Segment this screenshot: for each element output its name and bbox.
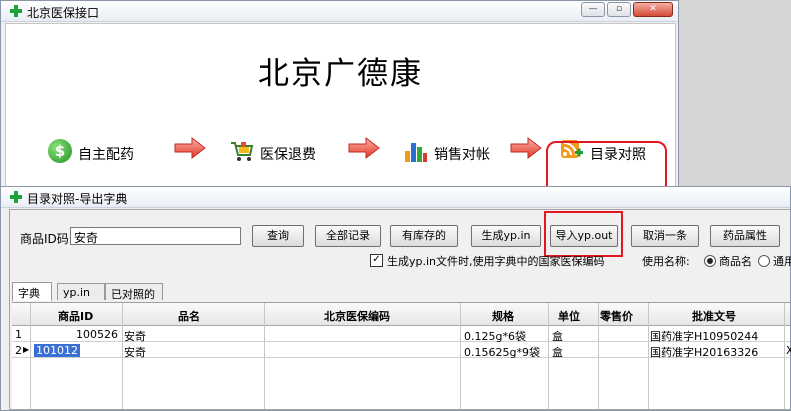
cell-spec[interactable]: 0.125g*6袋 [464, 328, 526, 344]
col-header-spec[interactable]: 规格 [492, 308, 514, 324]
arrow-right-icon [348, 137, 380, 159]
cell-approval[interactable]: 国药准字H20163326 [650, 344, 758, 360]
shopping-cart-icon [231, 142, 254, 161]
col-header-product-id[interactable]: 商品ID [58, 308, 93, 324]
search-label: 商品ID码 [20, 232, 69, 246]
self-dispense-label: 自主配药 [78, 147, 134, 163]
company-heading: 北京广德康 [258, 56, 423, 92]
main-window: 北京医保接口 — ▫ ✕ 北京广德康 $ 自主配药 医保退费 销售对帐 目录对照 [0, 0, 679, 203]
dialog-title: 目录对照-导出字典 [27, 192, 128, 206]
radio-brand-name-label: 商品名 [719, 255, 752, 268]
use-national-code-label: 生成yp.in文件时,使用字典中的国家医保编码 [387, 255, 605, 268]
maximize-button[interactable]: ▫ [607, 2, 631, 17]
use-national-code-checkbox[interactable]: ✓ [370, 254, 383, 267]
col-header-unit[interactable]: 单位 [558, 308, 580, 324]
refund-label: 医保退费 [260, 147, 316, 163]
arrow-right-icon [174, 137, 206, 159]
import-highlight-box [544, 211, 623, 257]
app-cross-icon [9, 4, 23, 18]
cell-product-id-selected[interactable]: 101012 [34, 344, 80, 357]
col-header-name[interactable]: 品名 [178, 308, 200, 324]
cell-approval[interactable]: 国药准字H10950244 [650, 328, 758, 344]
close-button[interactable]: ✕ [633, 2, 673, 17]
bar-chart-icon [405, 143, 427, 162]
row-number: 1 [15, 328, 22, 341]
radio-generic-name[interactable] [758, 255, 770, 267]
row-number: 2 [15, 344, 22, 357]
sales-reconcile-label: 销售对帐 [434, 147, 490, 163]
cell-unit[interactable]: 盒 [552, 328, 563, 344]
radio-brand-name[interactable] [704, 255, 716, 267]
drug-attribute-button[interactable]: 药品属性 [710, 225, 780, 247]
main-title-bar[interactable]: 北京医保接口 — ▫ ✕ [1, 1, 678, 22]
tab-ypin[interactable]: yp.in [57, 283, 105, 300]
tab-dictionary[interactable]: 字典 [12, 282, 52, 301]
cell-name[interactable]: 安奇 [124, 344, 146, 360]
current-row-pointer-icon: ▶ [23, 345, 30, 354]
cell-spec[interactable]: 0.15625g*9袋 [464, 344, 540, 360]
col-header-approval[interactable]: 批准文号 [692, 308, 736, 324]
tab-mapped[interactable]: 已对照的 [105, 283, 163, 301]
data-grid[interactable]: 商品ID 品名 北京医保编码 规格 单位 零售价 批准文号 1 100526 安… [12, 302, 791, 409]
all-records-button[interactable]: 全部记录 [315, 225, 381, 247]
query-button[interactable]: 查询 [252, 225, 304, 247]
generate-ypin-button[interactable]: 生成yp.in [471, 225, 541, 247]
use-name-label: 使用名称: [642, 255, 690, 268]
cell-name[interactable]: 安奇 [124, 328, 146, 344]
dialog-client-area: 商品ID码 安奇 查询 全部记录 有库存的 生成yp.in 导入yp.out 取… [9, 209, 791, 410]
dollar-coin-icon: $ [48, 139, 72, 163]
dialog-title-bar[interactable]: 目录对照-导出字典 [1, 187, 790, 208]
main-window-title: 北京医保接口 [27, 6, 100, 20]
search-input[interactable]: 安奇 [70, 227, 241, 245]
cell-unit[interactable]: 盒 [552, 344, 563, 360]
catalog-dialog: 目录对照-导出字典 商品ID码 安奇 查询 全部记录 有库存的 生成yp.in … [0, 186, 791, 411]
in-stock-button[interactable]: 有库存的 [390, 225, 458, 247]
minimize-button[interactable]: — [581, 2, 605, 17]
arrow-right-icon [510, 137, 542, 159]
app-cross-icon [9, 190, 23, 204]
cell-overflow: X [786, 344, 791, 357]
main-client-area: 北京广德康 $ 自主配药 医保退费 销售对帐 目录对照 [5, 23, 676, 203]
radio-generic-name-label: 通用 [773, 255, 791, 268]
cancel-one-button[interactable]: 取消一条 [631, 225, 699, 247]
cell-product-id[interactable]: 100526 [72, 328, 118, 341]
col-header-bj-code[interactable]: 北京医保编码 [324, 308, 390, 324]
col-header-retail-price[interactable]: 零售价 [600, 308, 633, 324]
